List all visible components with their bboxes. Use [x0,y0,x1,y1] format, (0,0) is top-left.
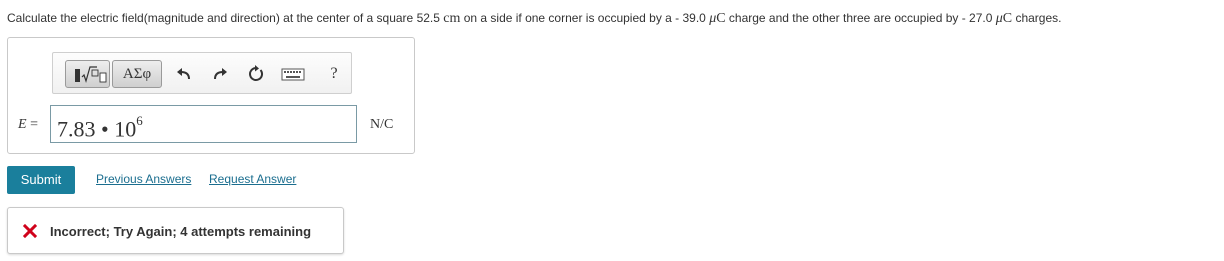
coulomb-symbol: C [716,11,726,26]
question-part-1: Calculate the electric field(magnitude a… [7,11,444,25]
question-part-4: charges. [1012,11,1062,25]
mu-symbol: μ [995,11,1003,26]
templates-button[interactable] [65,60,110,88]
redo-icon [214,68,227,80]
undo-button[interactable] [173,60,195,88]
keyboard-button[interactable] [280,60,306,88]
answer-variable-label: E = [18,117,38,133]
feedback-text: Incorrect; Try Again; 4 attempts remaini… [50,224,312,239]
math-toolbar: ΑΣφ ? [52,52,352,94]
keyboard-icon [281,68,305,81]
answer-mantissa: 7.83 • 10 [57,116,137,142]
greek-symbols-button[interactable]: ΑΣφ [112,60,162,88]
undo-icon [177,68,190,80]
unit-cm: cm [443,11,461,26]
templates-icon [75,66,107,84]
answer-unit: N/C [370,117,394,132]
feedback-box: Incorrect; Try Again; 4 attempts remaini… [7,207,344,254]
question-text: Calculate the electric field(magnitude a… [7,11,1061,27]
reset-icon [249,65,264,81]
x-mark-icon [23,224,37,238]
answer-box: ΑΣφ ? E = 7.83 • 106 N/C [7,37,415,154]
question-part-3: charge and the other three are occupied … [725,11,996,25]
question-part-2: on a side if one corner is occupied by a… [460,11,710,25]
answer-input[interactable]: 7.83 • 106 [50,105,357,143]
answer-exponent: 6 [136,113,143,128]
coulomb-symbol: C [1002,11,1013,26]
help-button[interactable]: ? [323,60,345,88]
variable-symbol: E [18,117,27,132]
request-answer-link[interactable]: Request Answer [209,172,296,186]
equals-sign: = [26,117,38,132]
redo-button[interactable] [209,60,231,88]
submit-button[interactable]: Submit [7,166,75,194]
reset-button[interactable] [245,60,267,88]
previous-answers-link[interactable]: Previous Answers [96,172,191,186]
